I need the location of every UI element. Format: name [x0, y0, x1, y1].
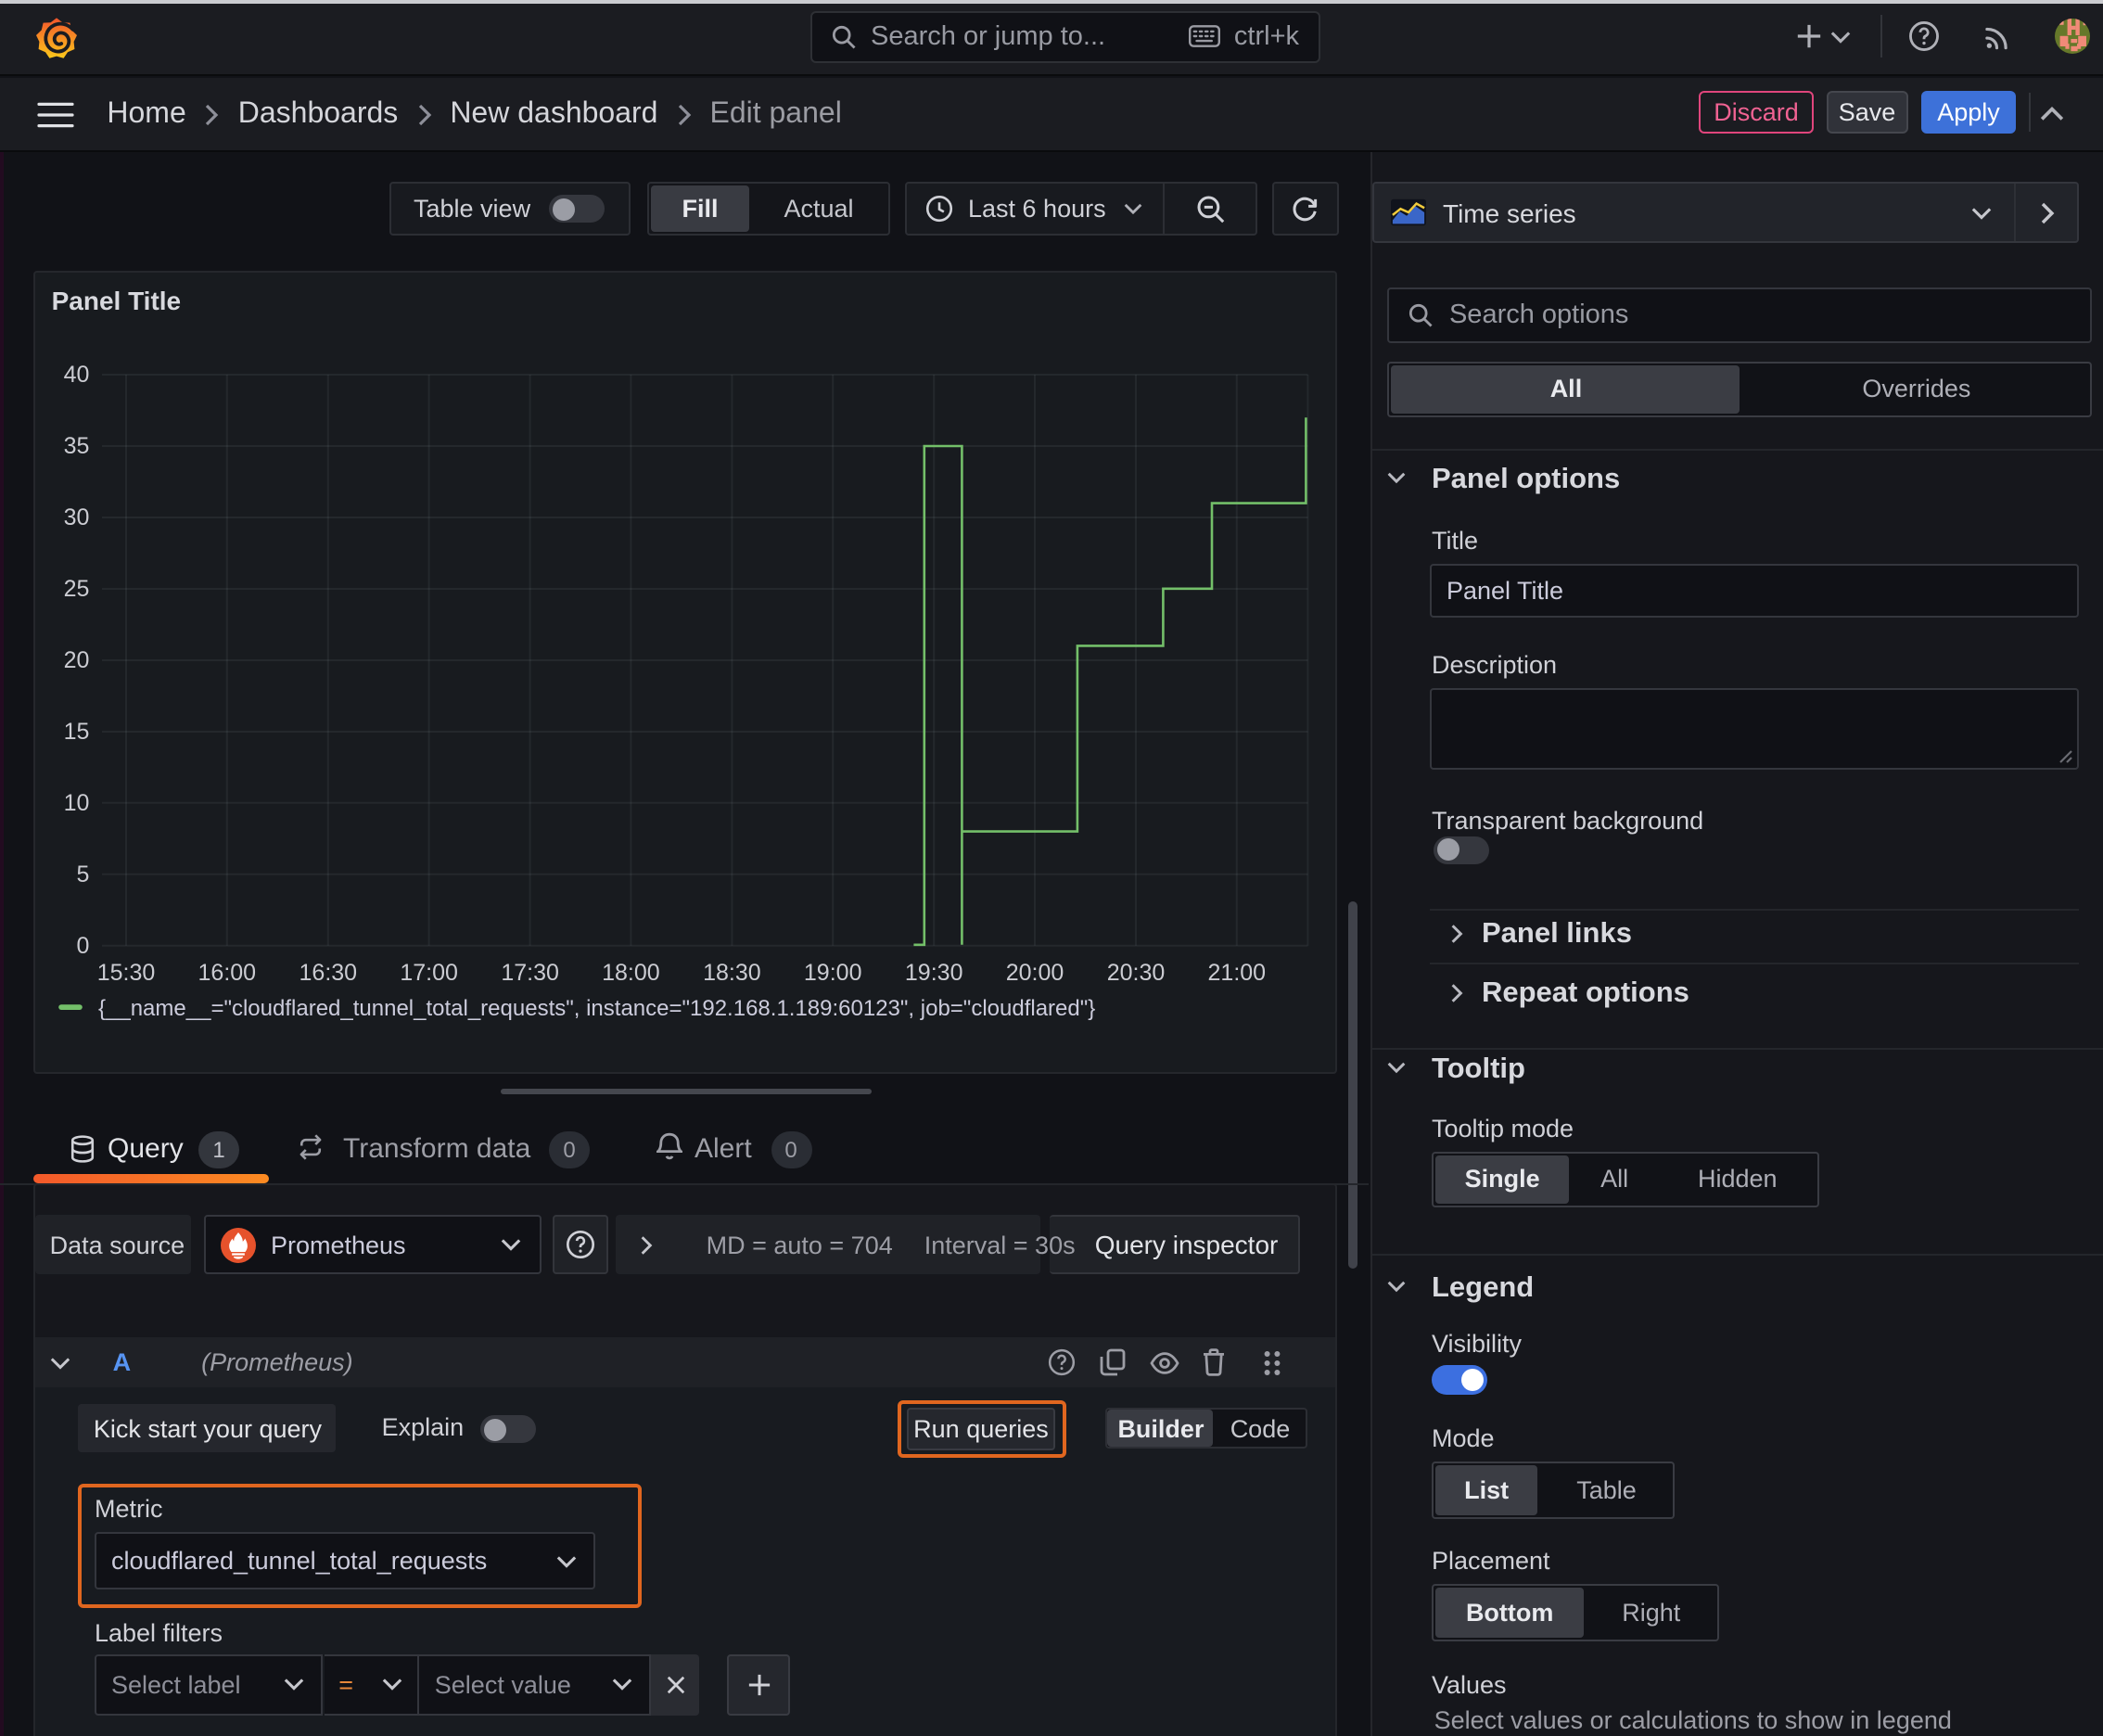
svg-text:20:00: 20:00 [1005, 959, 1064, 985]
svg-text:40: 40 [63, 361, 89, 387]
svg-text:25: 25 [63, 575, 89, 601]
svg-text:19:30: 19:30 [905, 959, 963, 985]
svg-text:20:30: 20:30 [1106, 959, 1165, 985]
svg-text:5: 5 [76, 861, 89, 887]
svg-text:19:00: 19:00 [804, 959, 862, 985]
svg-text:17:00: 17:00 [400, 959, 458, 985]
svg-text:18:00: 18:00 [602, 959, 660, 985]
svg-text:21:00: 21:00 [1207, 959, 1266, 985]
svg-text:30: 30 [63, 504, 89, 530]
svg-text:10: 10 [63, 789, 89, 815]
svg-text:0: 0 [76, 932, 89, 958]
svg-text:16:30: 16:30 [299, 959, 357, 985]
svg-text:16:00: 16:00 [198, 959, 256, 985]
svg-text:15:30: 15:30 [96, 959, 155, 985]
svg-text:20: 20 [63, 646, 89, 672]
svg-text:35: 35 [63, 432, 89, 458]
svg-text:15: 15 [63, 718, 89, 744]
svg-text:18:30: 18:30 [703, 959, 761, 985]
svg-text:17:30: 17:30 [501, 959, 559, 985]
svg-text:{__name__="cloudflared_tunnel_: {__name__="cloudflared_tunnel_total_requ… [98, 995, 1095, 1020]
